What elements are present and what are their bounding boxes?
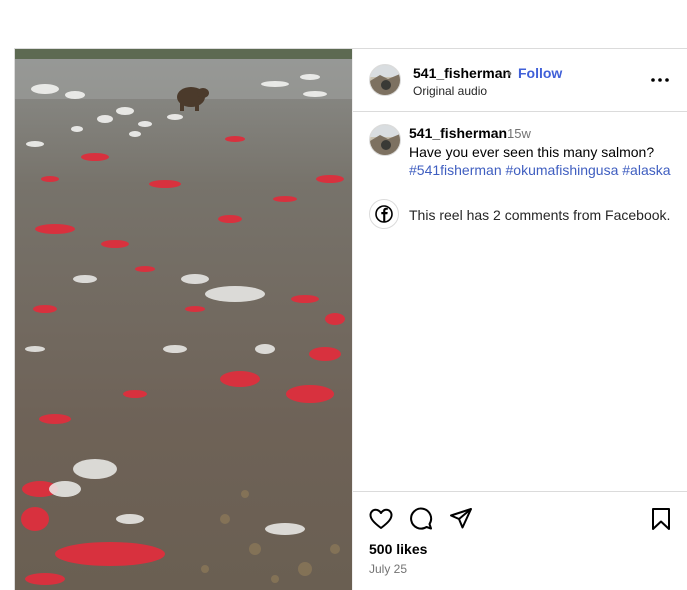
facebook-comments-text: This reel has 2 comments from Facebook. — [409, 207, 671, 223]
likes-count[interactable]: 500 likes — [369, 541, 427, 557]
follow-button[interactable]: Follow — [518, 65, 562, 81]
hashtag-link[interactable]: #okumafishingusa — [506, 162, 619, 178]
facebook-icon — [369, 199, 399, 229]
avatar[interactable] — [369, 64, 401, 96]
avatar-image — [370, 125, 400, 155]
audio-label[interactable]: Original audio — [413, 84, 487, 98]
more-options-icon[interactable] — [649, 69, 671, 91]
caption-hashtags: #541fisherman #okumafishingusa #alaska — [409, 162, 671, 178]
share-icon[interactable] — [448, 506, 474, 532]
post-container: 541_fisherman • Follow Original audio 54… — [14, 48, 687, 590]
caption-text: Have you ever seen this many salmon? — [409, 144, 655, 160]
post-video[interactable] — [15, 49, 352, 590]
post-header: 541_fisherman • Follow Original audio — [353, 49, 687, 112]
avatar-image — [370, 65, 400, 95]
header-username[interactable]: 541_fisherman — [413, 65, 511, 81]
action-bar: 500 likes July 25 — [353, 491, 687, 590]
hashtag-link[interactable]: #541fisherman — [409, 162, 502, 178]
salmon-river-scene — [15, 49, 352, 590]
caption-time[interactable]: 15w — [507, 126, 531, 141]
post-date[interactable]: July 25 — [369, 562, 407, 576]
comment-icon[interactable] — [408, 506, 434, 532]
hashtag-link[interactable]: #alaska — [622, 162, 670, 178]
separator-dot: • — [507, 65, 512, 81]
caption-username[interactable]: 541_fisherman — [409, 125, 507, 141]
caption-avatar[interactable] — [369, 124, 401, 156]
heart-icon[interactable] — [368, 506, 394, 532]
bookmark-icon[interactable] — [648, 506, 674, 532]
post-sidebar: 541_fisherman • Follow Original audio 54… — [352, 49, 687, 590]
